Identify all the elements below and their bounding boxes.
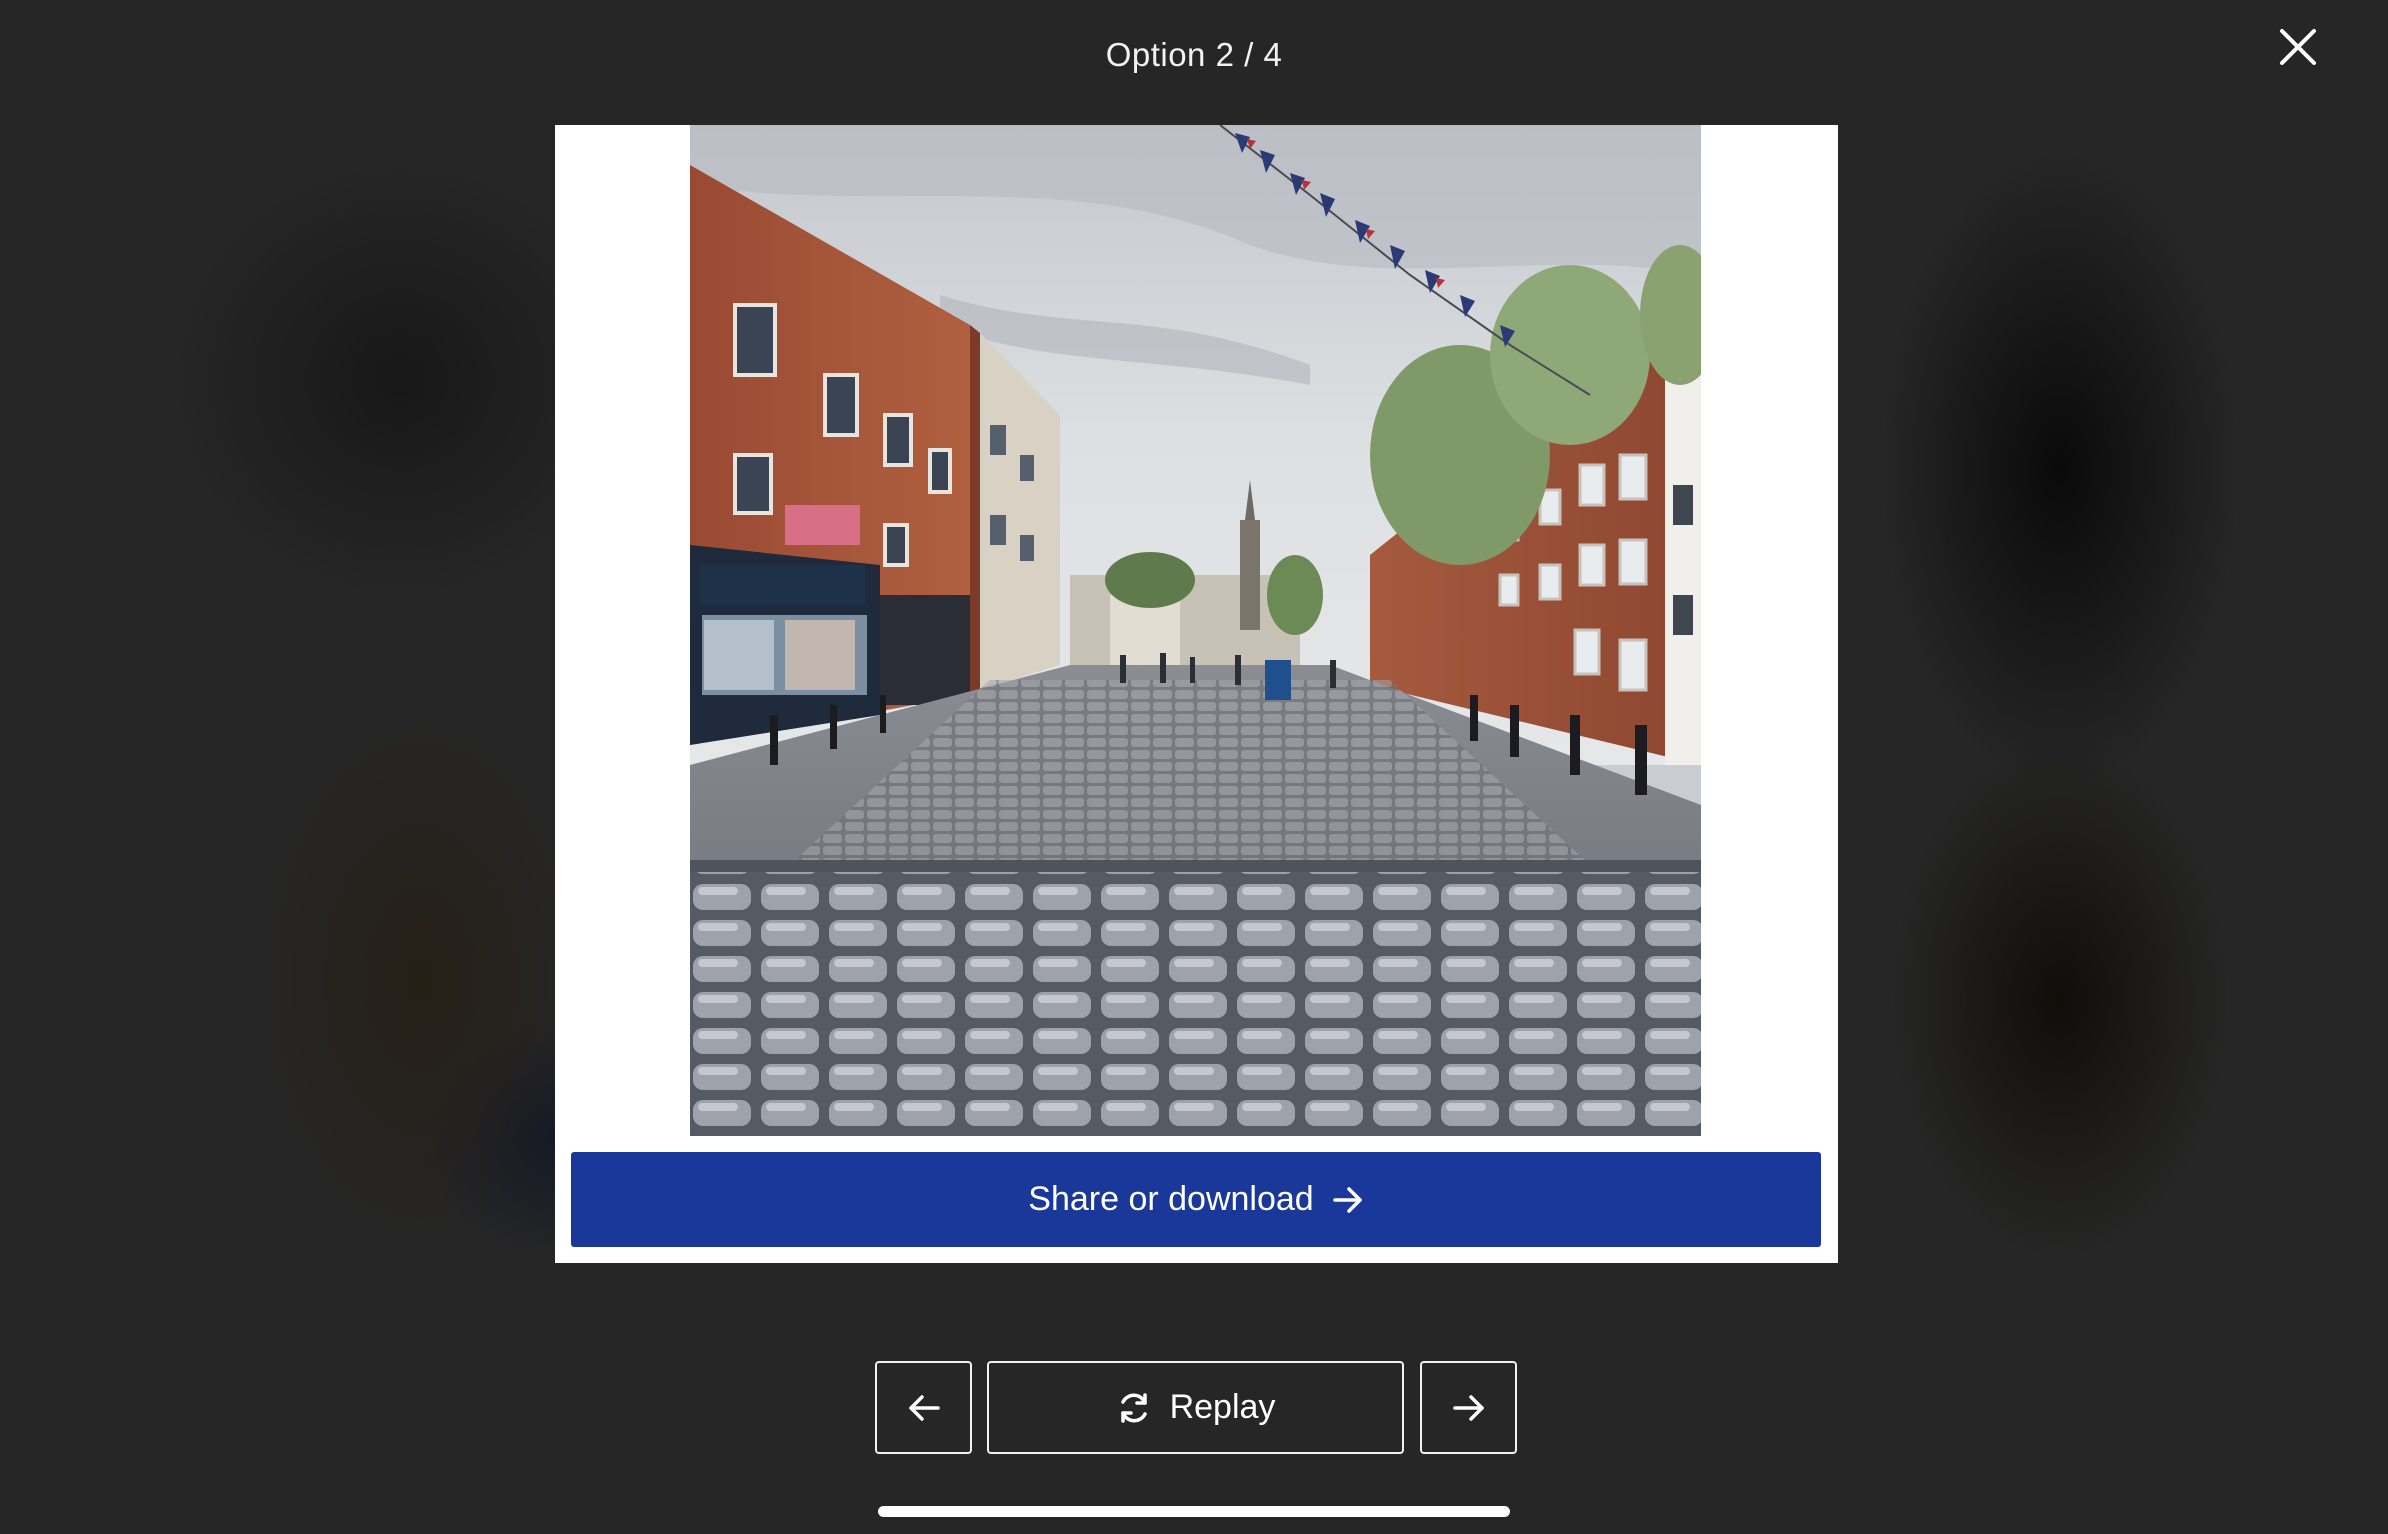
previous-button[interactable]: [875, 1361, 972, 1454]
arrow-right-icon: [1332, 1186, 1362, 1213]
share-button-label: Share or download: [1028, 1180, 1314, 1218]
progress-bar: [878, 1506, 1510, 1517]
replay-button[interactable]: Replay: [987, 1361, 1404, 1454]
arrow-left-icon: [908, 1394, 940, 1421]
refresh-icon: [1120, 1392, 1147, 1423]
generated-street-image: [690, 125, 1701, 1136]
result-card: Share or download: [555, 125, 1838, 1263]
arrow-right-icon: [1452, 1394, 1484, 1421]
close-icon: [2280, 29, 2316, 65]
next-button[interactable]: [1420, 1361, 1517, 1454]
replay-label: Replay: [1169, 1388, 1276, 1426]
close-button[interactable]: [2270, 22, 2326, 72]
option-counter: Option 2 / 4: [1105, 36, 1283, 73]
share-or-download-button[interactable]: Share or download: [571, 1152, 1821, 1247]
